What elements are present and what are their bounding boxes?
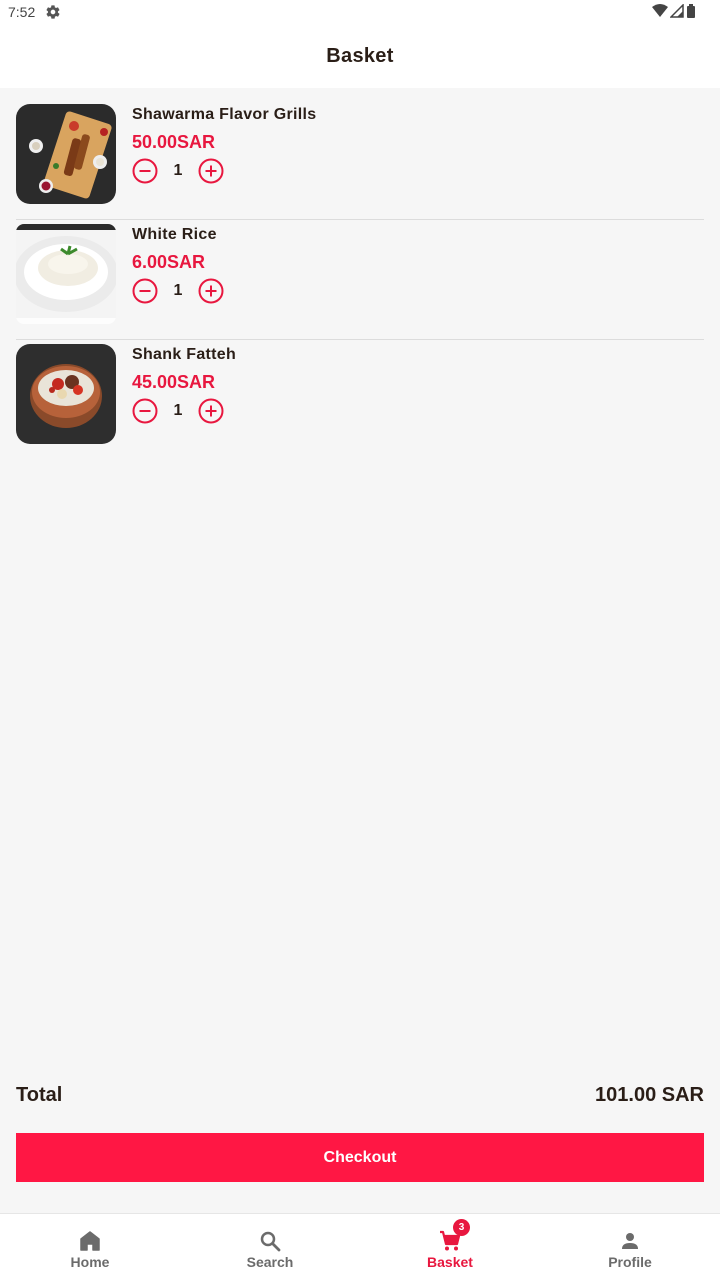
signal-icon [670, 4, 684, 18]
quantity-value: 1 [173, 282, 183, 299]
bottom-navigation: Home Search 3 Basket Profile [0, 1213, 720, 1281]
item-name: White Rice [132, 226, 217, 243]
status-icons [652, 4, 696, 18]
plus-circle-icon [198, 398, 224, 424]
minus-circle-icon [132, 398, 158, 424]
plus-circle-icon [198, 158, 224, 184]
person-icon [622, 1233, 638, 1249]
basket-item: White Rice 6.00SAR 1 [16, 224, 704, 340]
quantity-stepper: 1 [132, 158, 224, 184]
increase-quantity-button[interactable] [198, 278, 224, 304]
wifi-icon [652, 4, 668, 17]
item-price: 6.00SAR [132, 252, 206, 272]
checkout-button[interactable]: Checkout [16, 1133, 704, 1182]
status-bar: 7:52 [0, 0, 720, 24]
quantity-value: 1 [173, 402, 183, 419]
nav-label: Search [246, 1254, 294, 1270]
status-time: 7:52 [8, 4, 36, 20]
divider [16, 219, 704, 220]
nav-label: Basket [427, 1254, 473, 1270]
item-price: 50.00SAR [132, 132, 216, 152]
item-price: 45.00SAR [132, 372, 216, 392]
minus-circle-icon [132, 278, 158, 304]
total-value: 101.00 SAR [595, 1084, 704, 1106]
item-name: Shank Fatteh [132, 346, 237, 363]
total-row: Total 101.00 SAR [16, 1084, 704, 1107]
item-name: Shawarma Flavor Grills [132, 106, 317, 123]
item-image [16, 224, 116, 324]
home-icon [80, 1231, 100, 1251]
battery-icon [687, 4, 695, 18]
nav-label: Profile [608, 1254, 652, 1270]
quantity-stepper: 1 [132, 398, 224, 424]
page-title: Basket [326, 44, 394, 67]
increase-quantity-button[interactable] [198, 158, 224, 184]
settings-gear-icon [46, 5, 60, 19]
basket-list: Shawarma Flavor Grills 50.00SAR 1 White … [16, 104, 704, 464]
plus-circle-icon [198, 278, 224, 304]
item-image [16, 104, 116, 204]
divider [16, 339, 704, 340]
decrease-quantity-button[interactable] [132, 398, 158, 424]
increase-quantity-button[interactable] [198, 398, 224, 424]
quantity-stepper: 1 [132, 278, 224, 304]
nav-item-basket[interactable]: 3 Basket [360, 1214, 540, 1281]
cart-count-badge: 3 [453, 1219, 470, 1236]
nav-label: Home [70, 1254, 110, 1270]
nav-item-search[interactable]: Search [180, 1214, 360, 1281]
decrease-quantity-button[interactable] [132, 158, 158, 184]
nav-item-home[interactable]: Home [0, 1214, 180, 1281]
basket-item: Shank Fatteh 45.00SAR 1 [16, 344, 704, 448]
app-bar: Basket [0, 24, 720, 88]
search-icon [260, 1231, 281, 1252]
nav-item-profile[interactable]: Profile [540, 1214, 720, 1281]
minus-circle-icon [132, 158, 158, 184]
quantity-value: 1 [173, 162, 183, 179]
item-image [16, 344, 116, 444]
total-label: Total [16, 1084, 63, 1106]
decrease-quantity-button[interactable] [132, 278, 158, 304]
basket-item: Shawarma Flavor Grills 50.00SAR 1 [16, 104, 704, 220]
cart-icon-wrapper: 3 [438, 1219, 470, 1253]
